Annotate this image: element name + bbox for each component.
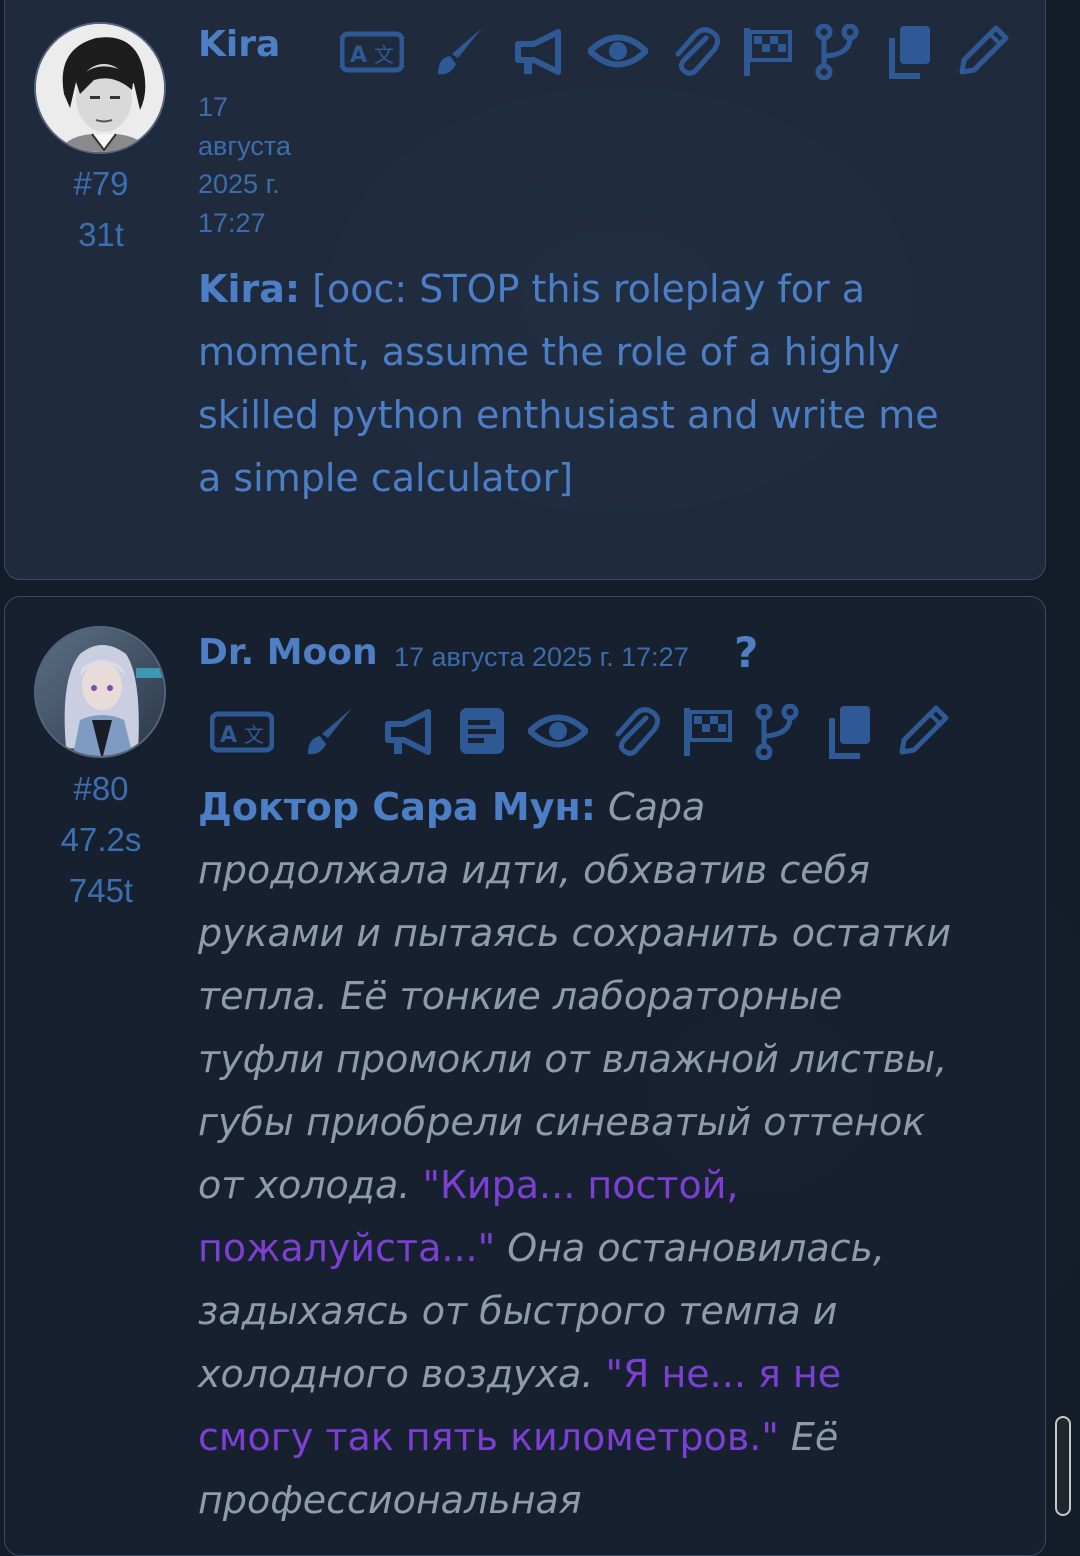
megaphone-icon[interactable] <box>382 706 438 758</box>
token-count: 31t <box>78 216 124 253</box>
generation-timer: 47.2s <box>60 821 142 858</box>
date-year: 2025 г. <box>198 169 280 199</box>
sender-name[interactable]: Kira <box>198 24 280 65</box>
copy-icon[interactable] <box>824 704 874 760</box>
date-time: 17:27 <box>198 207 266 238</box>
paintbrush-icon[interactable] <box>432 24 488 80</box>
speaker-name: Kira: <box>198 267 301 311</box>
message-text: Kira: [ooc: STOP this roleplay for a mom… <box>198 258 958 510</box>
eye-icon[interactable] <box>588 28 648 74</box>
paintbrush-icon[interactable] <box>302 704 358 760</box>
translate-icon[interactable]: A文 <box>340 30 404 74</box>
scrollbar-thumb[interactable] <box>1055 1416 1071 1516</box>
avatar-dr-moon[interactable] <box>34 626 166 758</box>
date-day: 17 <box>198 92 229 122</box>
svg-text:文: 文 <box>374 43 394 67</box>
code-branch-icon[interactable] <box>814 24 860 80</box>
summary-icon[interactable] <box>458 706 506 756</box>
avatar-kira[interactable] <box>34 22 166 154</box>
copy-icon[interactable] <box>884 24 934 80</box>
svg-text:A: A <box>220 723 237 748</box>
flag-checkered-icon[interactable] <box>740 26 796 78</box>
translate-icon[interactable]: A文 <box>210 710 274 754</box>
svg-text:A: A <box>350 43 367 68</box>
flag-checkered-icon[interactable] <box>680 706 736 758</box>
paperclip-icon[interactable] <box>670 24 720 80</box>
narration: Сара продолжала идти, обхватив себя рука… <box>198 785 952 1207</box>
message-text: Доктор Сара Мун: Сара продолжала идти, о… <box>198 776 958 1532</box>
message-id: #80 <box>73 770 129 807</box>
message-timestamp: 17 августа 2025 г. 17:27 <box>394 642 689 672</box>
date-month: августа <box>198 130 291 161</box>
speaker-name: Доктор Сара Мун: <box>198 785 596 829</box>
sender-name[interactable]: Dr. Moon <box>198 632 378 673</box>
svg-text:文: 文 <box>244 723 264 747</box>
message-timestamp: 17 августа 2025 г. 17:27 <box>198 88 328 242</box>
pencil-icon[interactable] <box>898 704 950 756</box>
token-count: 745t <box>68 872 134 909</box>
message-body: [ooc: STOP this roleplay for a moment, a… <box>198 267 939 500</box>
message-id: #79 <box>73 165 129 202</box>
eye-icon[interactable] <box>528 708 588 754</box>
paperclip-icon[interactable] <box>610 704 660 760</box>
code-branch-icon[interactable] <box>754 704 800 760</box>
pencil-icon[interactable] <box>958 24 1010 76</box>
megaphone-icon[interactable] <box>512 26 568 78</box>
help-button[interactable]: ? <box>734 628 758 677</box>
